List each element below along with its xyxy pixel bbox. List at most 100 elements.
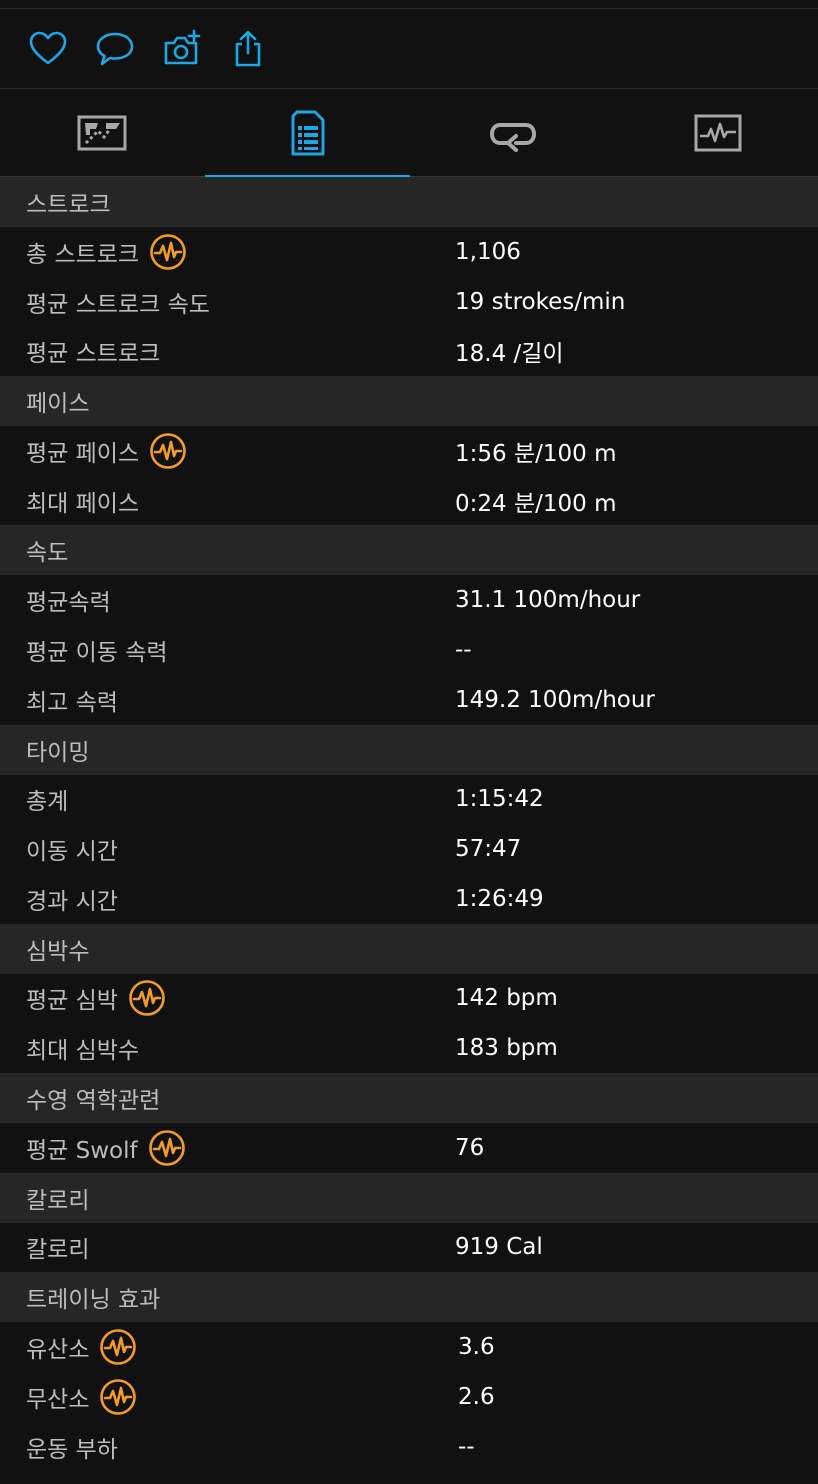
stat-label: 평균 스트로크 속도 bbox=[26, 291, 210, 318]
stat-value: 57:47 bbox=[455, 836, 522, 863]
section-header: 수영 역학관련 bbox=[0, 1072, 818, 1123]
stat-label: 총 스트로크 bbox=[26, 241, 140, 268]
stat-label-container: 경과 시간 bbox=[26, 882, 118, 916]
stat-row: 칼로리 919 Cal bbox=[0, 1222, 818, 1273]
stat-row: 유산소 3.6 bbox=[0, 1322, 818, 1372]
share-button[interactable] bbox=[226, 27, 270, 71]
stat-value: 76 bbox=[455, 1134, 485, 1161]
performance-badge-icon[interactable] bbox=[128, 979, 166, 1017]
comment-icon bbox=[96, 32, 134, 66]
laps-icon bbox=[489, 123, 536, 152]
stats-list: 스트로크 총 스트로크 1,106 평균 스트로크 속도 19 strokes/min 평… bbox=[0, 177, 818, 1472]
action-bar bbox=[0, 9, 818, 89]
stat-value: 1:56 분/100 m bbox=[455, 440, 617, 467]
performance-badge-icon[interactable] bbox=[99, 1328, 137, 1366]
stat-label-container: 최대 심박수 bbox=[26, 1031, 139, 1065]
section-header: 스트로크 bbox=[0, 177, 818, 227]
stat-row: 무산소 2.6 bbox=[0, 1372, 818, 1422]
stat-row: 평균 스트로크 속도 19 strokes/min bbox=[0, 276, 818, 327]
stat-label: 평균 스트로크 bbox=[26, 341, 161, 368]
stat-value: 149.2 100m/hour bbox=[455, 686, 655, 713]
stat-label-container: 최고 속력 bbox=[26, 683, 118, 717]
stat-label-container: 칼로리 bbox=[26, 1230, 89, 1264]
stat-row: 평균 페이스 1:56 분/100 m bbox=[0, 426, 818, 476]
stat-row: 최대 페이스 0:24 분/100 m bbox=[0, 475, 818, 526]
stat-label: 무산소 bbox=[26, 1386, 90, 1413]
stat-label-container: 최대 페이스 bbox=[26, 484, 139, 518]
share-icon bbox=[235, 30, 261, 67]
stat-label: 경과 시간 bbox=[26, 888, 118, 915]
comment-button[interactable] bbox=[93, 27, 137, 71]
stat-value: -- bbox=[455, 636, 472, 663]
stat-row: 평균 심박 142 bpm bbox=[0, 973, 818, 1024]
stat-row: 경과 시간 1:26:49 bbox=[0, 873, 818, 924]
stat-label: 최대 페이스 bbox=[26, 490, 140, 517]
tab-chart[interactable] bbox=[615, 90, 818, 176]
stat-label-container: 평균 Swolf bbox=[26, 1129, 186, 1167]
tab-stats[interactable] bbox=[205, 90, 410, 178]
stat-label-container: 총 스트로크 bbox=[26, 233, 187, 271]
stat-value: 183 bpm bbox=[455, 1035, 558, 1062]
chart-icon bbox=[694, 114, 741, 152]
section-header: 속도 bbox=[0, 525, 818, 576]
stat-value: 2.6 bbox=[458, 1383, 495, 1410]
stat-value: 142 bpm bbox=[455, 985, 558, 1012]
stat-value: 919 Cal bbox=[455, 1234, 543, 1261]
stat-label-container: 총계 bbox=[26, 782, 68, 816]
stat-row: 이동 시간 57:47 bbox=[0, 824, 818, 874]
stat-label-container: 유산소 bbox=[26, 1328, 137, 1366]
stat-label-container: 이동 시간 bbox=[26, 832, 118, 866]
stat-row: 총 스트로크 1,106 bbox=[0, 227, 818, 277]
performance-badge-icon[interactable] bbox=[149, 233, 187, 271]
stat-value: 3.6 bbox=[458, 1334, 495, 1361]
tab-map[interactable] bbox=[0, 90, 205, 176]
map-icon bbox=[77, 115, 126, 151]
stat-label: 평균속력 bbox=[26, 590, 111, 617]
add-photo-button[interactable] bbox=[160, 27, 204, 71]
stat-label: 최대 심박수 bbox=[26, 1038, 140, 1065]
stat-label: 평균 페이스 bbox=[26, 440, 140, 467]
section-header: 트레이닝 효과 bbox=[0, 1272, 818, 1323]
tab-bar bbox=[0, 90, 818, 178]
stat-row: 운동 부하 -- bbox=[0, 1421, 818, 1472]
stat-label-container: 평균 이동 속력 bbox=[26, 633, 168, 667]
stat-label-container: 평균 심박 bbox=[26, 979, 166, 1017]
stat-label: 칼로리 bbox=[26, 1237, 90, 1264]
section-header: 타이밍 bbox=[0, 724, 818, 775]
stat-label: 이동 시간 bbox=[26, 839, 118, 866]
stat-row: 평균 스트로크 18.4 /길이 bbox=[0, 326, 818, 377]
stat-label: 평균 이동 속력 bbox=[26, 639, 168, 666]
stat-label-container: 운동 부하 bbox=[26, 1430, 118, 1464]
stat-row: 평균속력 31.1 100m/hour bbox=[0, 575, 818, 626]
like-button[interactable] bbox=[26, 27, 70, 71]
stat-row: 평균 이동 속력 -- bbox=[0, 625, 818, 675]
stats-list-icon bbox=[291, 110, 324, 156]
stat-value: 1,106 bbox=[455, 238, 521, 265]
stat-value: 1:15:42 bbox=[455, 786, 544, 813]
stat-label: 평균 Swolf bbox=[26, 1137, 138, 1164]
add-photo-icon bbox=[164, 29, 201, 65]
stat-label-container: 평균 스트로크 bbox=[26, 334, 160, 368]
heart-icon bbox=[29, 31, 67, 65]
stat-value: 1:26:49 bbox=[455, 885, 544, 912]
performance-badge-icon[interactable] bbox=[99, 1378, 137, 1416]
performance-badge-icon[interactable] bbox=[149, 432, 187, 470]
stat-row: 평균 Swolf 76 bbox=[0, 1122, 818, 1173]
stat-row: 총계 1:15:42 bbox=[0, 774, 818, 825]
stat-row: 최고 속력 149.2 100m/hour bbox=[0, 674, 818, 725]
stat-label: 평균 심박 bbox=[26, 988, 118, 1015]
stat-value: 0:24 분/100 m bbox=[455, 490, 617, 517]
stat-value: 31.1 100m/hour bbox=[455, 587, 641, 614]
stat-label-container: 평균 페이스 bbox=[26, 432, 187, 470]
stat-label-container: 평균 스트로크 속도 bbox=[26, 285, 210, 319]
tab-laps[interactable] bbox=[410, 90, 615, 176]
stat-value: 18.4 /길이 bbox=[455, 341, 564, 368]
section-header: 심박수 bbox=[0, 923, 818, 974]
performance-badge-icon[interactable] bbox=[148, 1129, 186, 1167]
stat-label: 최고 속력 bbox=[26, 689, 118, 716]
stat-label: 운동 부하 bbox=[26, 1436, 118, 1463]
section-header: 칼로리 bbox=[0, 1172, 818, 1223]
stat-label: 총계 bbox=[26, 789, 69, 816]
stat-label: 유산소 bbox=[26, 1337, 90, 1364]
stat-value: 19 strokes/min bbox=[455, 288, 626, 315]
